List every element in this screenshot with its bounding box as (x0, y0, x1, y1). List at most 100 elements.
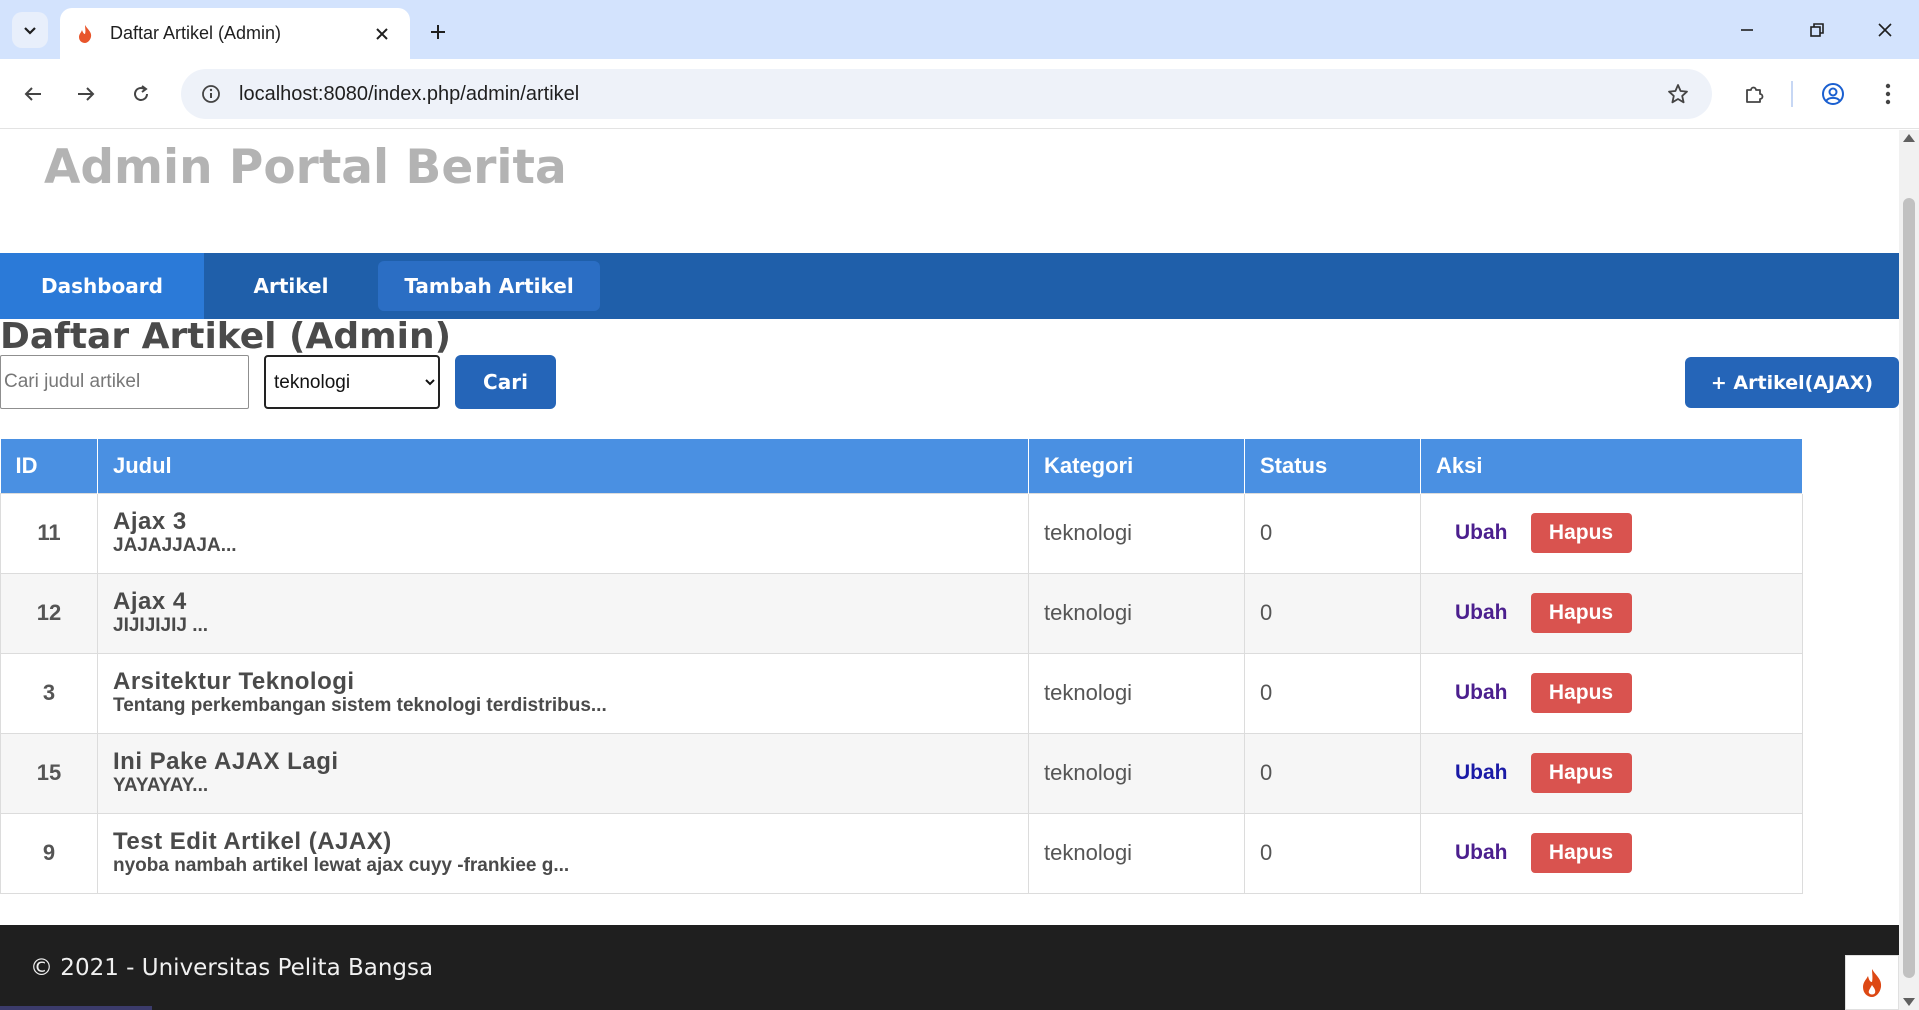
info-icon[interactable] (197, 80, 225, 108)
table-row: 11 Ajax 3 JAJAJJAJA... teknologi 0 Ubah H… (0, 492, 1803, 574)
new-tab-button[interactable] (420, 14, 456, 50)
close-icon (1878, 23, 1892, 37)
edit-link[interactable]: Ubah (1455, 681, 1508, 705)
footer-copyright: © 2021 - Universitas Pelita Bangsa (30, 955, 434, 981)
plus-icon (431, 25, 445, 39)
delete-button[interactable]: Hapus (1530, 753, 1632, 793)
tab-list-button[interactable] (12, 12, 48, 48)
profile-icon (1822, 83, 1844, 105)
search-input[interactable] (0, 355, 249, 409)
article-excerpt: YAYAYAY... (113, 775, 209, 796)
url-text: localhost:8080/index.php/admin/artikel (239, 82, 580, 105)
article-excerpt: Tentang perkembangan sistem teknologi te… (113, 695, 607, 716)
cell-status: 0 (1244, 812, 1421, 894)
close-icon (376, 27, 388, 40)
cell-judul: Test Edit Artikel (AJAX) nyoba nambah ar… (97, 812, 1029, 894)
restore-button[interactable] (1790, 8, 1844, 52)
cell-id: 9 (0, 812, 98, 894)
article-title: Arsitektur Teknologi (113, 668, 355, 695)
page-footer: © 2021 - Universitas Pelita Bangsa (0, 925, 1899, 1010)
cell-id: 15 (0, 732, 98, 814)
article-excerpt: JIJIJIJIJ ... (113, 615, 209, 636)
category-select[interactable]: teknologi (264, 355, 440, 409)
cell-judul: Ajax 4 JIJIJIJIJ ... (97, 572, 1029, 654)
scroll-thumb[interactable] (1903, 198, 1915, 978)
forward-button[interactable] (68, 76, 104, 112)
cell-aksi: Ubah Hapus (1420, 572, 1803, 654)
table-header-row: ID Judul Kategori Status Aksi (0, 439, 1803, 493)
cell-id: 3 (0, 652, 98, 734)
close-tab-button[interactable] (368, 20, 396, 48)
minimize-icon (1741, 29, 1753, 31)
browser-menu-button[interactable] (1870, 76, 1906, 112)
delete-button[interactable]: Hapus (1530, 513, 1632, 553)
reload-icon (134, 85, 148, 101)
column-header-judul: Judul (97, 439, 1029, 493)
chevron-down-icon (24, 27, 36, 35)
restore-icon (1810, 23, 1824, 37)
debug-toolbar-button[interactable] (1845, 955, 1899, 1010)
arrow-left-icon (24, 87, 41, 101)
table-row: 9 Test Edit Artikel (AJAX) nyoba nambah … (0, 812, 1803, 894)
star-icon (1668, 84, 1688, 104)
browser-tab-bar: Daftar Artikel (Admin) (0, 0, 1919, 59)
browser-toolbar: localhost:8080/index.php/admin/artikel (0, 59, 1919, 129)
column-header-id: ID (0, 439, 98, 493)
bookmark-star-button[interactable] (1660, 76, 1696, 112)
table-row: 15 Ini Pake AJAX Lagi YAYAYAY... teknolo… (0, 732, 1803, 814)
cell-status: 0 (1244, 732, 1421, 814)
article-excerpt: nyoba nambah artikel lewat ajax cuyy -fr… (113, 855, 570, 876)
scroll-up-arrow-icon[interactable] (1903, 134, 1915, 142)
nav-tambah-artikel[interactable]: Tambah Artikel (378, 261, 600, 311)
page-scrollbar[interactable] (1899, 130, 1919, 1010)
nav-artikel[interactable]: Artikel (204, 253, 378, 319)
article-excerpt: JAJAJJAJA... (113, 535, 237, 556)
edit-link[interactable]: Ubah (1455, 841, 1508, 865)
cell-status: 0 (1244, 652, 1421, 734)
page-title: Daftar Artikel (Admin) (0, 316, 452, 357)
site-title: Admin Portal Berita (44, 140, 567, 195)
puzzle-icon (1746, 86, 1764, 103)
cell-id: 11 (0, 492, 98, 574)
search-button[interactable]: Cari (455, 355, 556, 409)
extensions-button[interactable] (1736, 76, 1772, 112)
arrow-right-icon (78, 87, 95, 101)
back-button[interactable] (15, 76, 51, 112)
scroll-down-arrow-icon[interactable] (1903, 998, 1915, 1006)
main-navbar: Dashboard Artikel Tambah Artikel (0, 253, 1899, 319)
add-article-ajax-button[interactable]: + Artikel(AJAX) (1685, 357, 1899, 408)
minimize-button[interactable] (1720, 8, 1774, 52)
cell-judul: Ajax 3 JAJAJJAJA... (97, 492, 1029, 574)
tab-title: Daftar Artikel (Admin) (110, 23, 282, 43)
column-header-status: Status (1244, 439, 1421, 493)
profile-button[interactable] (1815, 76, 1851, 112)
cell-judul: Arsitektur Teknologi Tentang perkembanga… (97, 652, 1029, 734)
nav-dashboard[interactable]: Dashboard (0, 253, 204, 319)
article-title: Ini Pake AJAX Lagi (113, 748, 339, 775)
flame-icon (1863, 968, 1882, 997)
cell-kategori: teknologi (1028, 492, 1245, 574)
edit-link[interactable]: Ubah (1455, 761, 1508, 785)
more-vertical-icon (1885, 83, 1891, 105)
delete-button[interactable]: Hapus (1530, 833, 1632, 873)
edit-link[interactable]: Ubah (1455, 521, 1508, 545)
toolbar-separator (1791, 81, 1793, 107)
close-window-button[interactable] (1858, 8, 1912, 52)
cell-kategori: teknologi (1028, 652, 1245, 734)
column-header-kategori: Kategori (1028, 439, 1245, 493)
article-title: Ajax 4 (113, 588, 187, 615)
table-row: 12 Ajax 4 JIJIJIJIJ ... teknologi 0 Ubah… (0, 572, 1803, 654)
delete-button[interactable]: Hapus (1530, 593, 1632, 633)
reload-button[interactable] (123, 76, 159, 112)
address-bar[interactable]: localhost:8080/index.php/admin/artikel (181, 69, 1712, 119)
edit-link[interactable]: Ubah (1455, 601, 1508, 625)
articles-table: ID Judul Kategori Status Aksi 11 Ajax 3 … (0, 439, 1803, 894)
browser-tab-active[interactable]: Daftar Artikel (Admin) (60, 8, 410, 59)
delete-button[interactable]: Hapus (1530, 673, 1632, 713)
cell-kategori: teknologi (1028, 572, 1245, 654)
cell-status: 0 (1244, 492, 1421, 574)
table-row: 3 Arsitektur Teknologi Tentang perkemban… (0, 652, 1803, 734)
footer-accent-line (0, 1006, 152, 1010)
cell-aksi: Ubah Hapus (1420, 812, 1803, 894)
cell-kategori: teknologi (1028, 732, 1245, 814)
